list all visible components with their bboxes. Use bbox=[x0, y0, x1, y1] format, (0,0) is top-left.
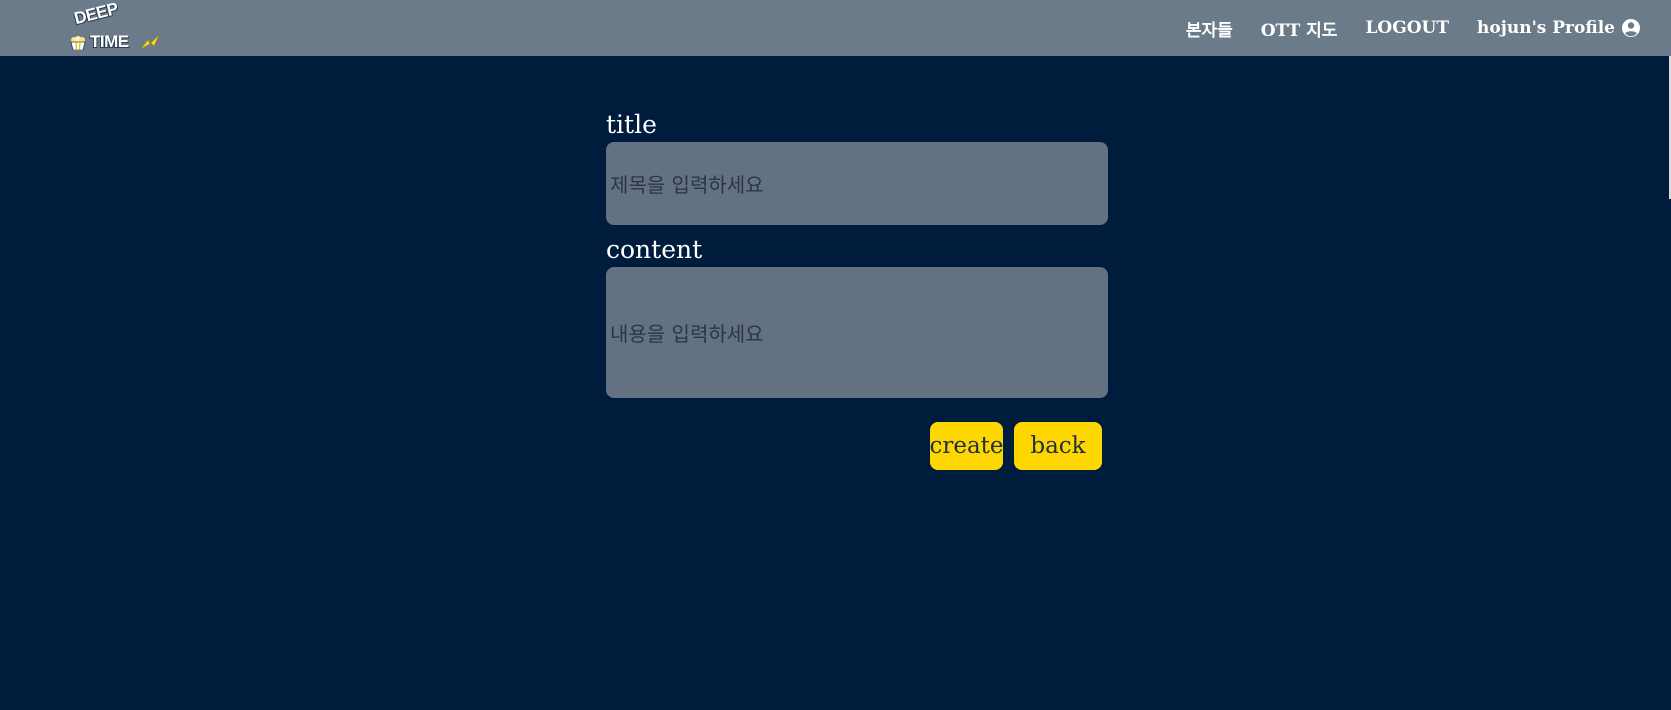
nav-link-profile[interactable]: hojun's Profile bbox=[1477, 18, 1641, 38]
post-form: title 제목을 입력하세요 content 내용을 입력하세요 bbox=[606, 108, 1108, 398]
user-circle-icon bbox=[1622, 19, 1640, 37]
content-placeholder: 내용을 입력하세요 bbox=[610, 322, 764, 346]
nav-link-bonjadeul[interactable]: 본자들 bbox=[1186, 16, 1233, 41]
back-button[interactable]: back bbox=[1014, 422, 1102, 470]
content-label: content bbox=[606, 235, 703, 264]
nav-link-logout[interactable]: LOGOUT bbox=[1365, 18, 1449, 38]
lightning-arrow-icon bbox=[140, 34, 160, 50]
title-label: title bbox=[606, 110, 657, 139]
title-input[interactable]: 제목을 입력하세요 bbox=[606, 142, 1108, 225]
logo-text-time: TIME bbox=[90, 32, 129, 51]
popcorn-cup-icon bbox=[70, 36, 86, 50]
create-button[interactable]: create bbox=[929, 422, 1004, 470]
profile-link-label: hojun's Profile bbox=[1477, 18, 1615, 38]
navbar: DEEP TIME 본자들 OTT 지도 LOGOUT hojun's Prof… bbox=[0, 0, 1671, 56]
content-textarea[interactable]: 내용을 입력하세요 bbox=[606, 267, 1108, 398]
form-actions: create back bbox=[929, 422, 1102, 470]
nav-links: 본자들 OTT 지도 LOGOUT hojun's Profile bbox=[1186, 0, 1641, 56]
nav-link-ott-map[interactable]: OTT 지도 bbox=[1261, 16, 1338, 41]
title-placeholder: 제목을 입력하세요 bbox=[610, 173, 764, 197]
logo-text-deep: DEEP bbox=[72, 0, 120, 29]
deep-time-logo[interactable]: DEEP TIME bbox=[68, 0, 160, 54]
